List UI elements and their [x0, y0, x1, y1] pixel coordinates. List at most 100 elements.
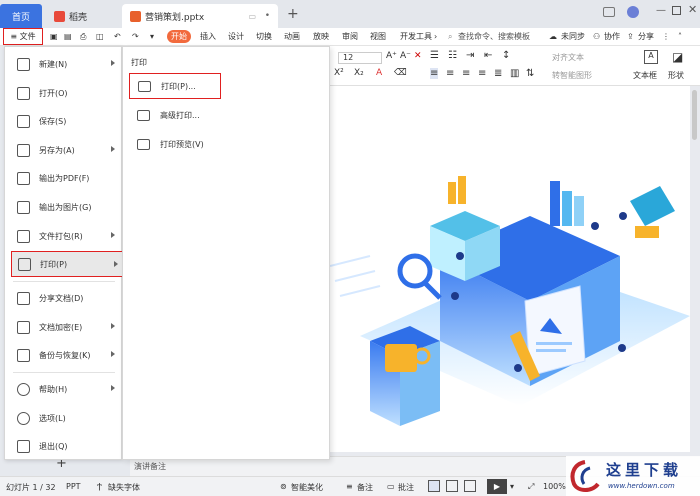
- align-text-button[interactable]: 对齐文本: [552, 52, 584, 63]
- file-menu-export-image-label: 输出为图片(G): [39, 202, 92, 212]
- maximize-icon[interactable]: [672, 6, 681, 15]
- align-center-icon[interactable]: ≡: [446, 68, 454, 79]
- file-menu-exit[interactable]: 退出(Q): [5, 433, 121, 459]
- print-button[interactable]: 打印(P)...: [129, 73, 221, 99]
- more-options-icon[interactable]: ⋮: [662, 30, 670, 44]
- chevron-right-icon[interactable]: ›: [434, 30, 437, 44]
- zoom-level[interactable]: 100%: [543, 482, 566, 491]
- grow-font-icon[interactable]: A⁺: [386, 51, 397, 61]
- tab-home[interactable]: 首页: [0, 4, 42, 28]
- play-dropdown-icon[interactable]: ▾: [510, 482, 514, 491]
- file-menu-share[interactable]: 分享文档(D): [5, 285, 121, 311]
- menu-bar: ▣ ▤ ⎙ ◫ ↶ ↷ ▾ 插入 设计 切换 动画 放映 审阅 视图 开发工具 …: [0, 28, 700, 46]
- text-direction-icon[interactable]: ⇅: [526, 68, 534, 79]
- file-menu-export-pdf[interactable]: 输出为PDF(F): [5, 165, 121, 191]
- menu-animation[interactable]: 动画: [284, 30, 300, 44]
- align-right-icon[interactable]: ≡: [462, 68, 470, 79]
- normal-view-icon[interactable]: [428, 480, 440, 492]
- undo-icon[interactable]: ↶: [114, 30, 121, 44]
- align-left-icon[interactable]: ≡: [430, 68, 439, 79]
- fit-window-icon[interactable]: ⤢: [528, 482, 534, 492]
- smart-art-button[interactable]: 转智能图形: [552, 70, 592, 81]
- numbered-list-icon[interactable]: ☷: [448, 50, 457, 61]
- menu-design[interactable]: 设计: [228, 30, 244, 44]
- close-tab-icon[interactable]: •: [265, 11, 270, 21]
- slide-counter: 幻灯片 1 / 32: [6, 483, 56, 492]
- file-menu-open[interactable]: 打开(O): [5, 80, 121, 106]
- help-icon: [17, 382, 30, 396]
- avatar[interactable]: [627, 6, 639, 18]
- beautify-icon: ⊚: [280, 482, 287, 491]
- highlight-icon[interactable]: ⌫: [394, 68, 407, 78]
- minimize-icon[interactable]: —: [656, 5, 666, 16]
- slide-canvas[interactable]: [329, 86, 690, 452]
- collab-button[interactable]: 协作: [604, 30, 620, 44]
- sync-status[interactable]: 未同步: [561, 30, 585, 44]
- textbox-button[interactable]: 文本框: [633, 70, 657, 81]
- shrink-font-icon[interactable]: A⁻: [400, 51, 411, 61]
- file-menu-package[interactable]: 文件打包(R): [5, 223, 121, 249]
- file-menu-save[interactable]: 保存(S): [5, 108, 121, 134]
- export-icon[interactable]: ▤: [64, 30, 72, 44]
- comments-button[interactable]: 批注: [398, 482, 414, 493]
- print-preview-button[interactable]: 打印预览(V): [129, 131, 221, 157]
- print-quick-icon[interactable]: ⎙: [80, 30, 86, 44]
- superscript-icon[interactable]: X²: [334, 68, 344, 78]
- collapse-ribbon-icon[interactable]: ˄: [678, 30, 682, 44]
- menu-insert[interactable]: 插入: [200, 30, 216, 44]
- outdent-icon[interactable]: ⇤: [484, 50, 492, 61]
- menu-start[interactable]: 开始: [167, 30, 191, 43]
- file-menu-help[interactable]: 帮助(H): [5, 376, 121, 402]
- tab-docer[interactable]: 稻壳: [46, 4, 116, 28]
- file-menu-backup[interactable]: 备份与恢复(K): [5, 342, 121, 368]
- sorter-view-icon[interactable]: [446, 480, 458, 492]
- menu-review[interactable]: 审阅: [342, 30, 358, 44]
- new-tab-button[interactable]: +: [287, 6, 299, 22]
- print-submenu: 打印 打印(P)... 高级打印... 打印预览(V): [122, 46, 330, 460]
- clear-format-icon[interactable]: ✕: [414, 51, 422, 61]
- watermark: 这里下载 www.herdown.com: [566, 456, 700, 496]
- redo-icon[interactable]: ↷: [132, 30, 139, 44]
- file-menu-exit-label: 退出(Q): [39, 441, 68, 451]
- line-spacing-icon[interactable]: ↕: [502, 50, 510, 61]
- menu-transition[interactable]: 切换: [256, 30, 272, 44]
- save-icon[interactable]: ▣: [50, 30, 58, 44]
- preview-icon[interactable]: ◫: [96, 30, 104, 44]
- menu-slideshow[interactable]: 放映: [313, 30, 329, 44]
- menu-developer[interactable]: 开发工具: [400, 30, 432, 44]
- bullet-list-icon[interactable]: ☰: [430, 50, 439, 61]
- font-color-icon[interactable]: A: [376, 68, 382, 78]
- distribute-icon[interactable]: ≣: [494, 68, 502, 79]
- close-window-icon[interactable]: ✕: [688, 3, 697, 16]
- subscript-icon[interactable]: X₂: [354, 68, 364, 78]
- missing-font-button[interactable]: 缺失字体: [108, 482, 140, 493]
- play-icon[interactable]: ▶: [487, 479, 507, 494]
- justify-icon[interactable]: ≡: [478, 68, 486, 79]
- notes-button[interactable]: 备注: [357, 482, 373, 493]
- more-icon[interactable]: ▾: [150, 30, 154, 44]
- share-button[interactable]: 分享: [638, 30, 654, 44]
- menu-view[interactable]: 视图: [370, 30, 386, 44]
- search-input[interactable]: 查找命令、搜索模板: [458, 30, 530, 44]
- file-menu-button[interactable]: ≡ 文件: [3, 28, 43, 45]
- window-layout-icon[interactable]: [603, 7, 615, 17]
- tab-home-label: 首页: [11, 12, 30, 23]
- indent-icon[interactable]: ⇥: [466, 50, 474, 61]
- columns-icon[interactable]: ▥: [510, 68, 519, 79]
- smart-beautify-button[interactable]: 智能美化: [291, 482, 323, 493]
- file-menu-save-as[interactable]: 另存为(A): [5, 137, 121, 163]
- font-size-select[interactable]: 12: [338, 52, 382, 64]
- vertical-scrollbar[interactable]: [692, 90, 697, 140]
- gear-icon: [17, 411, 30, 425]
- file-menu-export-image[interactable]: 输出为图片(G): [5, 194, 121, 220]
- exit-icon: [17, 439, 30, 453]
- advanced-print-button[interactable]: 高级打印...: [129, 102, 221, 128]
- file-menu-options[interactable]: 选项(L): [5, 405, 121, 431]
- file-menu-new[interactable]: 新建(N): [5, 51, 121, 77]
- tab-document[interactable]: 营销策划.pptx ▭ •: [122, 4, 278, 28]
- shape-button[interactable]: 形状: [668, 70, 684, 81]
- file-menu-print[interactable]: 打印(P): [11, 251, 125, 277]
- reading-view-icon[interactable]: [464, 480, 476, 492]
- monitor-icon[interactable]: ▭: [248, 12, 256, 21]
- file-menu-encrypt[interactable]: 文档加密(E): [5, 314, 121, 340]
